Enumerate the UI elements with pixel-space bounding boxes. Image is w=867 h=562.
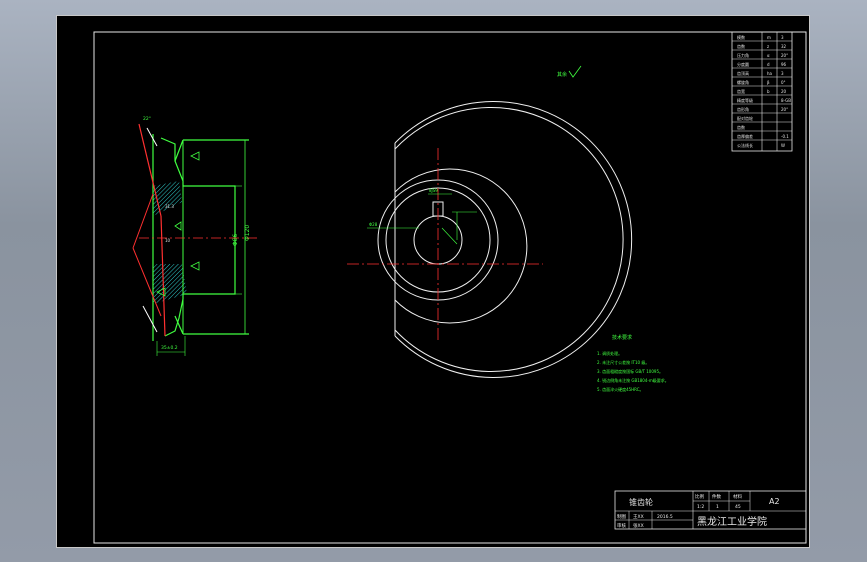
param-name: 公法线长 bbox=[737, 142, 753, 148]
param-symbol: ha bbox=[767, 71, 773, 76]
tech-item: 4. 锐边倒角未注按 GB1804-m级要求。 bbox=[597, 377, 669, 383]
param-name: 齿形角 bbox=[737, 106, 749, 112]
dim-outer-label: Φ120 bbox=[244, 225, 251, 241]
tech-item: 3. 齿面粗糙度按国标 GB/T 10095。 bbox=[597, 368, 663, 374]
part-name: 锥齿轮 bbox=[629, 497, 653, 507]
section-view[interactable]: Φ86 Φ120 35±0.2 31.3 10 22° bbox=[132, 116, 257, 356]
tech-item: 5. 齿面淬火硬度45HRC。 bbox=[597, 386, 644, 392]
hatch-lower bbox=[153, 264, 187, 304]
param-value: 20 bbox=[781, 89, 787, 94]
scale-value: 1:2 bbox=[697, 504, 704, 510]
param-name: 模数 bbox=[737, 34, 745, 40]
param-name: 齿数 bbox=[737, 43, 745, 49]
param-value: 3 bbox=[781, 35, 784, 40]
param-value: W bbox=[781, 143, 785, 148]
param-name: 分度圆 bbox=[737, 61, 749, 67]
dim-width-label: 35±0.2 bbox=[161, 345, 178, 351]
dim-slot-label: 31.3 bbox=[165, 204, 174, 209]
param-name: 螺旋角 bbox=[737, 79, 749, 85]
param-name: 配对齿轮 bbox=[737, 115, 753, 121]
end-view[interactable]: 8JS9 Φ28 bbox=[347, 101, 633, 378]
sheet-size: A2 bbox=[769, 497, 780, 506]
param-value: 3 bbox=[781, 71, 784, 76]
param-value: 32 bbox=[781, 44, 787, 49]
param-symbol: d bbox=[767, 62, 770, 67]
drawing-canvas[interactable]: Φ86 Φ120 35±0.2 31.3 10 22° 8JS9 Φ28 其余 … bbox=[57, 16, 811, 549]
drawn-name: 王XX bbox=[633, 514, 644, 520]
svg-text:其余: 其余 bbox=[557, 71, 567, 78]
dim-angle-label: 22° bbox=[143, 116, 151, 122]
material-value: 45 bbox=[735, 504, 741, 510]
param-name: 齿顶高 bbox=[737, 70, 749, 76]
outer-arc bbox=[394, 101, 633, 378]
drawn-label: 制图 bbox=[617, 513, 626, 520]
param-name: 压力角 bbox=[737, 52, 749, 58]
tech-item: 1. 调质处理。 bbox=[597, 350, 622, 356]
parameter-table: 模数 m 3 齿数 z 32 压力角 α 20° 分度圆 d 96 齿顶高 ha… bbox=[731, 31, 793, 152]
param-symbol: z bbox=[767, 44, 769, 49]
param-value: -0.1 bbox=[781, 134, 789, 139]
param-symbol: m bbox=[767, 35, 771, 40]
dim-hub-label: 10 bbox=[165, 238, 171, 243]
keyway-dim-label: 8JS9 bbox=[429, 188, 438, 193]
param-value: 20° bbox=[781, 53, 788, 58]
checked-name: 张XX bbox=[633, 522, 644, 529]
checked-label: 审核 bbox=[617, 522, 626, 529]
tech-requirements: 技术要求 1. 调质处理。 2. 未注尺寸公差按 IT10 级。 3. 齿面粗糙… bbox=[597, 334, 669, 392]
tech-item: 2. 未注尺寸公差按 IT10 级。 bbox=[597, 359, 649, 365]
param-symbol: b bbox=[767, 89, 770, 94]
param-name: 齿厚偏差 bbox=[737, 133, 753, 139]
param-symbol: β bbox=[767, 80, 770, 85]
param-symbol: α bbox=[767, 53, 770, 58]
param-name: 精度等级 bbox=[737, 97, 753, 103]
scale-label: 比例 bbox=[695, 493, 704, 500]
dim-inner-label: Φ86 bbox=[232, 233, 239, 246]
school-name: 黑龙江工业学院 bbox=[697, 515, 767, 528]
bore-dim-label: Φ28 bbox=[369, 222, 378, 227]
param-name: 齿宽 bbox=[737, 88, 745, 94]
date: 2016.5 bbox=[657, 514, 673, 520]
param-value: 20° bbox=[781, 107, 788, 112]
material-label: 材料 bbox=[733, 493, 742, 500]
roughness-note: 其余 bbox=[557, 65, 582, 78]
gear-outline bbox=[160, 137, 236, 337]
drawing-sheet[interactable]: Φ86 Φ120 35±0.2 31.3 10 22° 8JS9 Φ28 其余 … bbox=[56, 15, 810, 548]
qty-label: 件数 bbox=[712, 493, 721, 500]
param-value: 8-GB bbox=[781, 98, 791, 103]
qty-value: 1 bbox=[716, 504, 719, 510]
roughness-mark bbox=[190, 261, 200, 271]
title-block: 锥齿轮 比例 1:2 件数 1 材料 45 A2 制图 审核 王XX 张XX 2… bbox=[614, 490, 807, 530]
param-name: 齿数 bbox=[737, 124, 745, 130]
param-value: 0° bbox=[781, 80, 786, 85]
tech-heading: 技术要求 bbox=[612, 334, 632, 341]
param-value: 96 bbox=[781, 62, 787, 67]
